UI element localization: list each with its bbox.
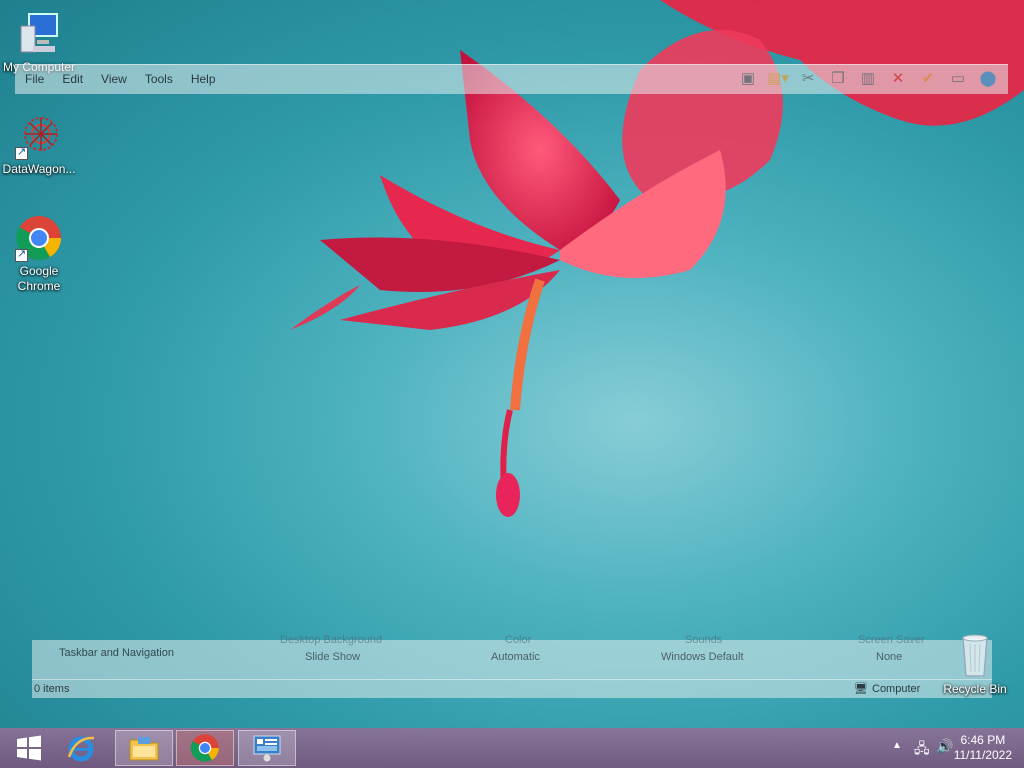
sounds-label: Sounds [685, 634, 723, 646]
status-item-count: 0 items [34, 683, 70, 695]
datawagon-icon [15, 112, 63, 160]
status-bar: 0 items 🖥 Computer [32, 679, 992, 699]
delete-icon[interactable]: ✕ [888, 68, 908, 88]
chrome-icon [190, 734, 219, 762]
menu-tools[interactable]: Tools [145, 72, 181, 86]
start-icon [17, 735, 41, 761]
taskbar-internet-explorer[interactable] [52, 730, 110, 766]
desktop-icon-google-chrome[interactable]: Google Chrome [0, 214, 78, 294]
computer-small-icon: 🖥 [854, 683, 868, 695]
menu-file[interactable]: File [25, 72, 52, 86]
paste-icon[interactable]: ▥ [858, 68, 878, 88]
menu-help[interactable]: Help [191, 72, 224, 86]
toolbar: ▣ ▤▾ ✂ ❐ ▥ ✕ ✔ ▭ ⬤ [738, 68, 998, 88]
control-panel-icon [253, 735, 281, 762]
internet-explorer-icon [67, 736, 95, 762]
shortcut-arrow-icon [15, 145, 28, 160]
copy-icon[interactable]: ❐ [828, 68, 848, 88]
volume-icon[interactable]: 🔊 [936, 738, 953, 755]
sounds-value[interactable]: Windows Default [661, 651, 744, 663]
color-value[interactable]: Automatic [491, 651, 540, 663]
desktop-background-label: Desktop Background [280, 634, 383, 646]
desktop-icon-label: DataWagon... [2, 162, 76, 176]
taskbar-file-explorer[interactable] [115, 730, 173, 766]
menu-bar: File Edit View Tools Help [25, 72, 234, 86]
desktop-icon-label: Google Chrome [17, 264, 61, 293]
desktop-icon-label: Recycle Bin [943, 682, 1007, 696]
color-label: Color [505, 634, 532, 646]
desktop-background-value[interactable]: Slide Show [305, 651, 360, 663]
status-location: Computer [872, 683, 921, 695]
network-icon[interactable]: 🖧 [914, 738, 930, 762]
recycle-bin-icon [951, 632, 999, 680]
shortcut-arrow-icon [15, 247, 28, 262]
screensaver-value[interactable]: None [876, 651, 902, 663]
chrome-icon [15, 214, 63, 262]
system-tray: ▲ 🖧 🔊 6:46 PM 11/11/2022 [844, 728, 1024, 768]
taskbar-chrome[interactable] [176, 730, 234, 766]
menu-edit[interactable]: Edit [62, 72, 91, 86]
taskbar-control-panel[interactable] [238, 730, 296, 766]
globe-icon[interactable]: ⬤ [978, 68, 998, 88]
clock-time: 6:46 PM [960, 733, 1006, 747]
window-bottom-panel: Taskbar and Navigation Desktop Backgroun… [32, 634, 992, 699]
layout-icon[interactable]: ▣ [738, 68, 758, 88]
start-button[interactable] [0, 730, 58, 766]
taskbar: ▲ 🖧 🔊 6:46 PM 11/11/2022 [0, 728, 1024, 768]
properties-icon[interactable]: ▭ [948, 68, 968, 88]
menu-view[interactable]: View [101, 72, 135, 86]
desktop-icon-datawagon[interactable]: DataWagon... [0, 112, 78, 177]
computer-icon [15, 10, 63, 58]
check-icon[interactable]: ✔ [918, 68, 938, 88]
cut-icon[interactable]: ✂ [798, 68, 818, 88]
window-menubar: File Edit View Tools Help ▣ ▤▾ ✂ ❐ ▥ ✕ ✔… [15, 64, 1008, 94]
screensaver-label: Screen Saver [858, 634, 925, 646]
desktop-icon-recycle-bin[interactable]: Recycle Bin [936, 632, 1014, 697]
clock[interactable]: 6:46 PM 11/11/2022 [954, 733, 1012, 763]
clock-date: 11/11/2022 [953, 748, 1012, 762]
taskbar-navigation-link[interactable]: Taskbar and Navigation [59, 647, 174, 659]
folder-dropdown-icon[interactable]: ▤▾ [767, 68, 789, 88]
file-explorer-icon [129, 737, 159, 761]
show-hidden-icons-icon[interactable]: ▲ [892, 740, 902, 751]
